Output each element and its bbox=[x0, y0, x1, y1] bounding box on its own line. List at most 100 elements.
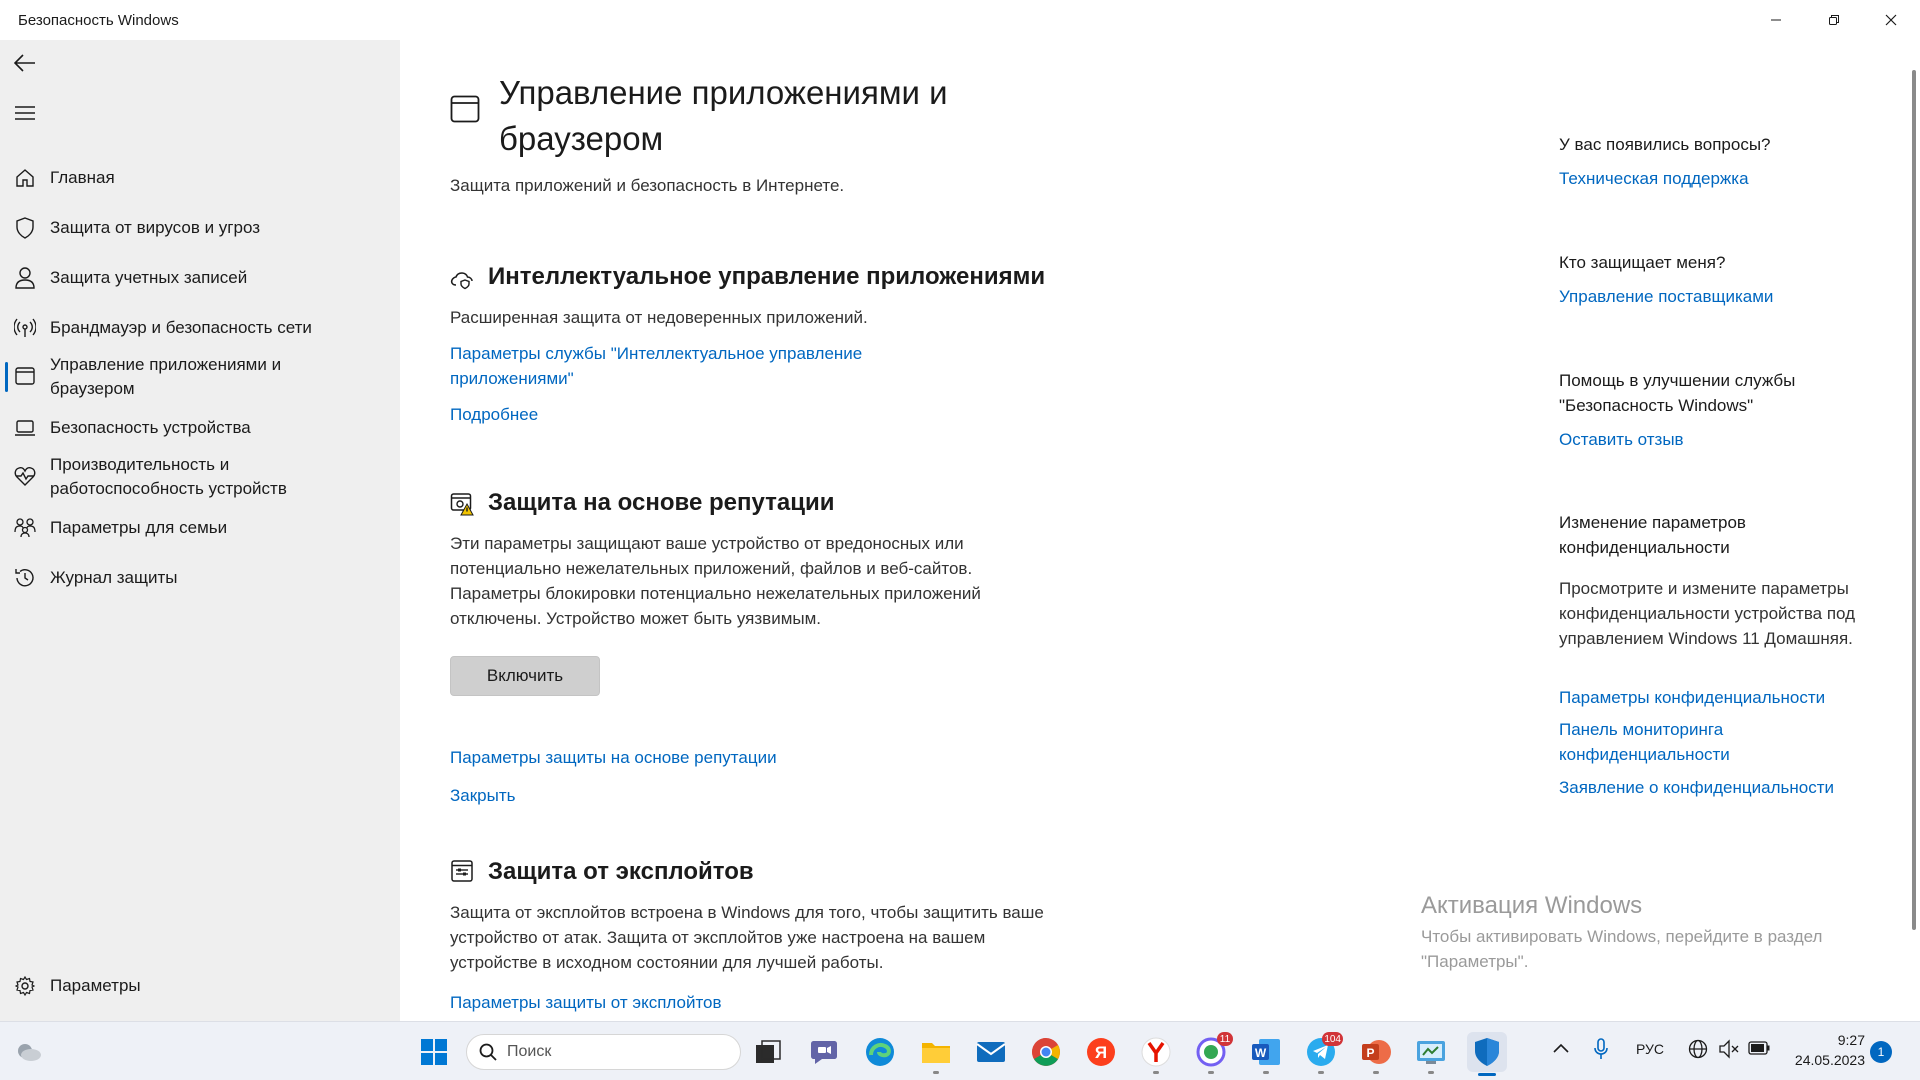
control-panel-button[interactable] bbox=[1415, 1036, 1447, 1074]
sidebar-item-label: Параметры bbox=[50, 976, 141, 995]
sidebar-item-account-protection[interactable]: Защита учетных записей bbox=[0, 266, 400, 296]
back-arrow-icon bbox=[14, 54, 35, 72]
family-icon bbox=[13, 516, 37, 540]
sidebar-item-protection-history[interactable]: Журнал защиты bbox=[0, 566, 400, 596]
sidebar-item-label: Журнал защиты bbox=[50, 568, 178, 587]
weather-cloud-icon bbox=[18, 1044, 41, 1061]
volume-muted-icon[interactable] bbox=[1718, 1039, 1740, 1062]
sidebar-item-family-options[interactable]: Параметры для семьи bbox=[0, 516, 400, 546]
sidebar-item-settings[interactable]: Параметры bbox=[0, 974, 400, 1004]
enable-button[interactable]: Включить bbox=[450, 656, 600, 696]
weather-widget[interactable] bbox=[12, 1036, 44, 1068]
privacy-heading: Изменение параметров конфиденциальности bbox=[1559, 513, 1746, 557]
antenna-icon bbox=[13, 316, 37, 340]
sidebar-item-label: Управление приложениями и браузером bbox=[50, 355, 282, 398]
windows-logo-icon bbox=[421, 1039, 447, 1065]
close-button[interactable] bbox=[1862, 0, 1920, 40]
taskbar-search[interactable]: Поиск bbox=[466, 1034, 741, 1070]
privacy-settings-link[interactable]: Параметры конфиденциальности bbox=[1559, 685, 1869, 710]
notification-badge[interactable]: 1 bbox=[1870, 1041, 1892, 1063]
clock-time: 9:27 bbox=[1837, 1032, 1865, 1048]
running-indicator bbox=[933, 1071, 939, 1074]
restore-icon bbox=[1829, 15, 1839, 25]
running-indicator bbox=[1373, 1071, 1379, 1074]
scrollbar-thumb[interactable] bbox=[1912, 70, 1916, 930]
minimize-button[interactable] bbox=[1747, 0, 1805, 40]
yandex-y-icon bbox=[1141, 1037, 1171, 1067]
chat-icon bbox=[811, 1041, 837, 1064]
start-button[interactable] bbox=[418, 1036, 450, 1068]
sidebar-item-app-browser-control[interactable]: Управление приложениями и браузером bbox=[0, 353, 400, 403]
taskbar: Поиск Я 11 W 104 P РУС 9:27 24.05.2023 1 bbox=[0, 1021, 1920, 1080]
cloud-shield-icon bbox=[450, 272, 473, 290]
search-icon bbox=[479, 1043, 497, 1061]
smart-app-control-description: Расширенная защита от недоверенных прило… bbox=[450, 308, 868, 327]
task-view-button[interactable] bbox=[752, 1036, 784, 1068]
learn-more-link[interactable]: Подробнее bbox=[450, 402, 538, 427]
sidebar-item-label: Производительность и работоспособность у… bbox=[50, 455, 287, 498]
reputation-settings-link[interactable]: Параметры защиты на основе репутации bbox=[450, 745, 970, 770]
page-subtitle: Защита приложений и безопасность в Интер… bbox=[450, 176, 845, 195]
reputation-warning-icon bbox=[450, 493, 474, 516]
back-button[interactable] bbox=[10, 48, 40, 78]
tray-overflow-button[interactable] bbox=[1553, 1040, 1569, 1056]
questions-heading: У вас появились вопросы? bbox=[1559, 135, 1771, 154]
exploit-settings-link[interactable]: Параметры защиты от эксплойтов bbox=[450, 990, 970, 1015]
restore-button[interactable] bbox=[1805, 0, 1863, 40]
sidebar-item-label: Параметры для семьи bbox=[50, 518, 228, 537]
reputation-protection-heading: Защита на основе репутации bbox=[488, 489, 835, 516]
smart-app-control-heading: Интеллектуальное управление приложениями bbox=[488, 263, 1046, 290]
windows-security-button[interactable] bbox=[1467, 1032, 1507, 1076]
smart-app-control-settings-link[interactable]: Параметры службы "Интеллектуальное управ… bbox=[450, 341, 900, 391]
privacy-statement-link[interactable]: Заявление о конфиденциальности bbox=[1559, 775, 1869, 800]
chrome-icon bbox=[1032, 1038, 1060, 1066]
mail-icon bbox=[976, 1042, 1006, 1062]
home-icon bbox=[13, 166, 37, 190]
edge-button[interactable] bbox=[864, 1036, 896, 1068]
sidebar-item-home[interactable]: Главная bbox=[0, 166, 400, 196]
edge-browser-icon bbox=[866, 1038, 894, 1066]
chrome-button[interactable] bbox=[1030, 1036, 1062, 1068]
reputation-protection-description: Эти параметры защищают ваше устройство о… bbox=[450, 534, 981, 628]
minimize-icon bbox=[1771, 19, 1781, 21]
sidebar-item-firewall[interactable]: Брандмауэр и безопасность сети bbox=[0, 316, 400, 346]
task-view-icon bbox=[756, 1040, 781, 1063]
word-button[interactable]: W bbox=[1250, 1036, 1282, 1074]
svg-text:P: P bbox=[1366, 1046, 1374, 1060]
svg-text:W: W bbox=[1255, 1046, 1267, 1060]
mail-button[interactable] bbox=[975, 1036, 1007, 1068]
scrollbar[interactable] bbox=[1910, 40, 1918, 980]
dismiss-link[interactable]: Закрыть bbox=[450, 783, 515, 808]
microphone-button[interactable] bbox=[1594, 1038, 1608, 1063]
language-indicator[interactable]: РУС bbox=[1636, 1041, 1664, 1057]
page-title: Управление приложениями и браузером bbox=[499, 74, 948, 157]
teams-chat-button[interactable] bbox=[808, 1036, 840, 1068]
sidebar: Главная Защита от вирусов и угроз Защита… bbox=[0, 40, 400, 1021]
gear-icon bbox=[13, 974, 37, 998]
manage-providers-link[interactable]: Управление поставщиками bbox=[1559, 284, 1869, 309]
feedback-link[interactable]: Оставить отзыв bbox=[1559, 427, 1869, 452]
running-indicator bbox=[1263, 1071, 1269, 1074]
sidebar-item-label: Безопасность устройства bbox=[50, 418, 251, 437]
running-indicator bbox=[1318, 1071, 1324, 1074]
powerpoint-button[interactable]: P bbox=[1360, 1036, 1392, 1074]
support-link[interactable]: Техническая поддержка bbox=[1559, 166, 1869, 191]
sidebar-item-label: Главная bbox=[50, 168, 115, 187]
file-explorer-button[interactable] bbox=[920, 1036, 952, 1074]
viber-button[interactable]: 11 bbox=[1195, 1032, 1233, 1074]
sidebar-item-device-performance[interactable]: Производительность и работоспособность у… bbox=[0, 453, 400, 503]
privacy-dashboard-link[interactable]: Панель мониторинга конфиденциальности bbox=[1559, 717, 1779, 767]
sidebar-item-device-security[interactable]: Безопасность устройства bbox=[0, 416, 400, 446]
yandex-browser-button[interactable]: Я bbox=[1085, 1036, 1117, 1068]
laptop-icon bbox=[13, 416, 37, 440]
heart-pulse-icon bbox=[13, 464, 37, 488]
hamburger-menu-button[interactable] bbox=[10, 98, 40, 128]
activation-text: Чтобы активировать Windows, перейдите в … bbox=[1421, 927, 1823, 971]
close-icon bbox=[1885, 14, 1897, 26]
taskbar-clock[interactable]: 9:27 24.05.2023 bbox=[1765, 1030, 1865, 1070]
network-icon[interactable] bbox=[1688, 1039, 1708, 1062]
telegram-button[interactable]: 104 bbox=[1305, 1032, 1343, 1074]
privacy-text: Просмотрите и измените параметры конфиде… bbox=[1559, 579, 1856, 648]
sidebar-item-virus-protection[interactable]: Защита от вирусов и угроз bbox=[0, 216, 400, 246]
yandex-app-button[interactable] bbox=[1140, 1036, 1172, 1074]
